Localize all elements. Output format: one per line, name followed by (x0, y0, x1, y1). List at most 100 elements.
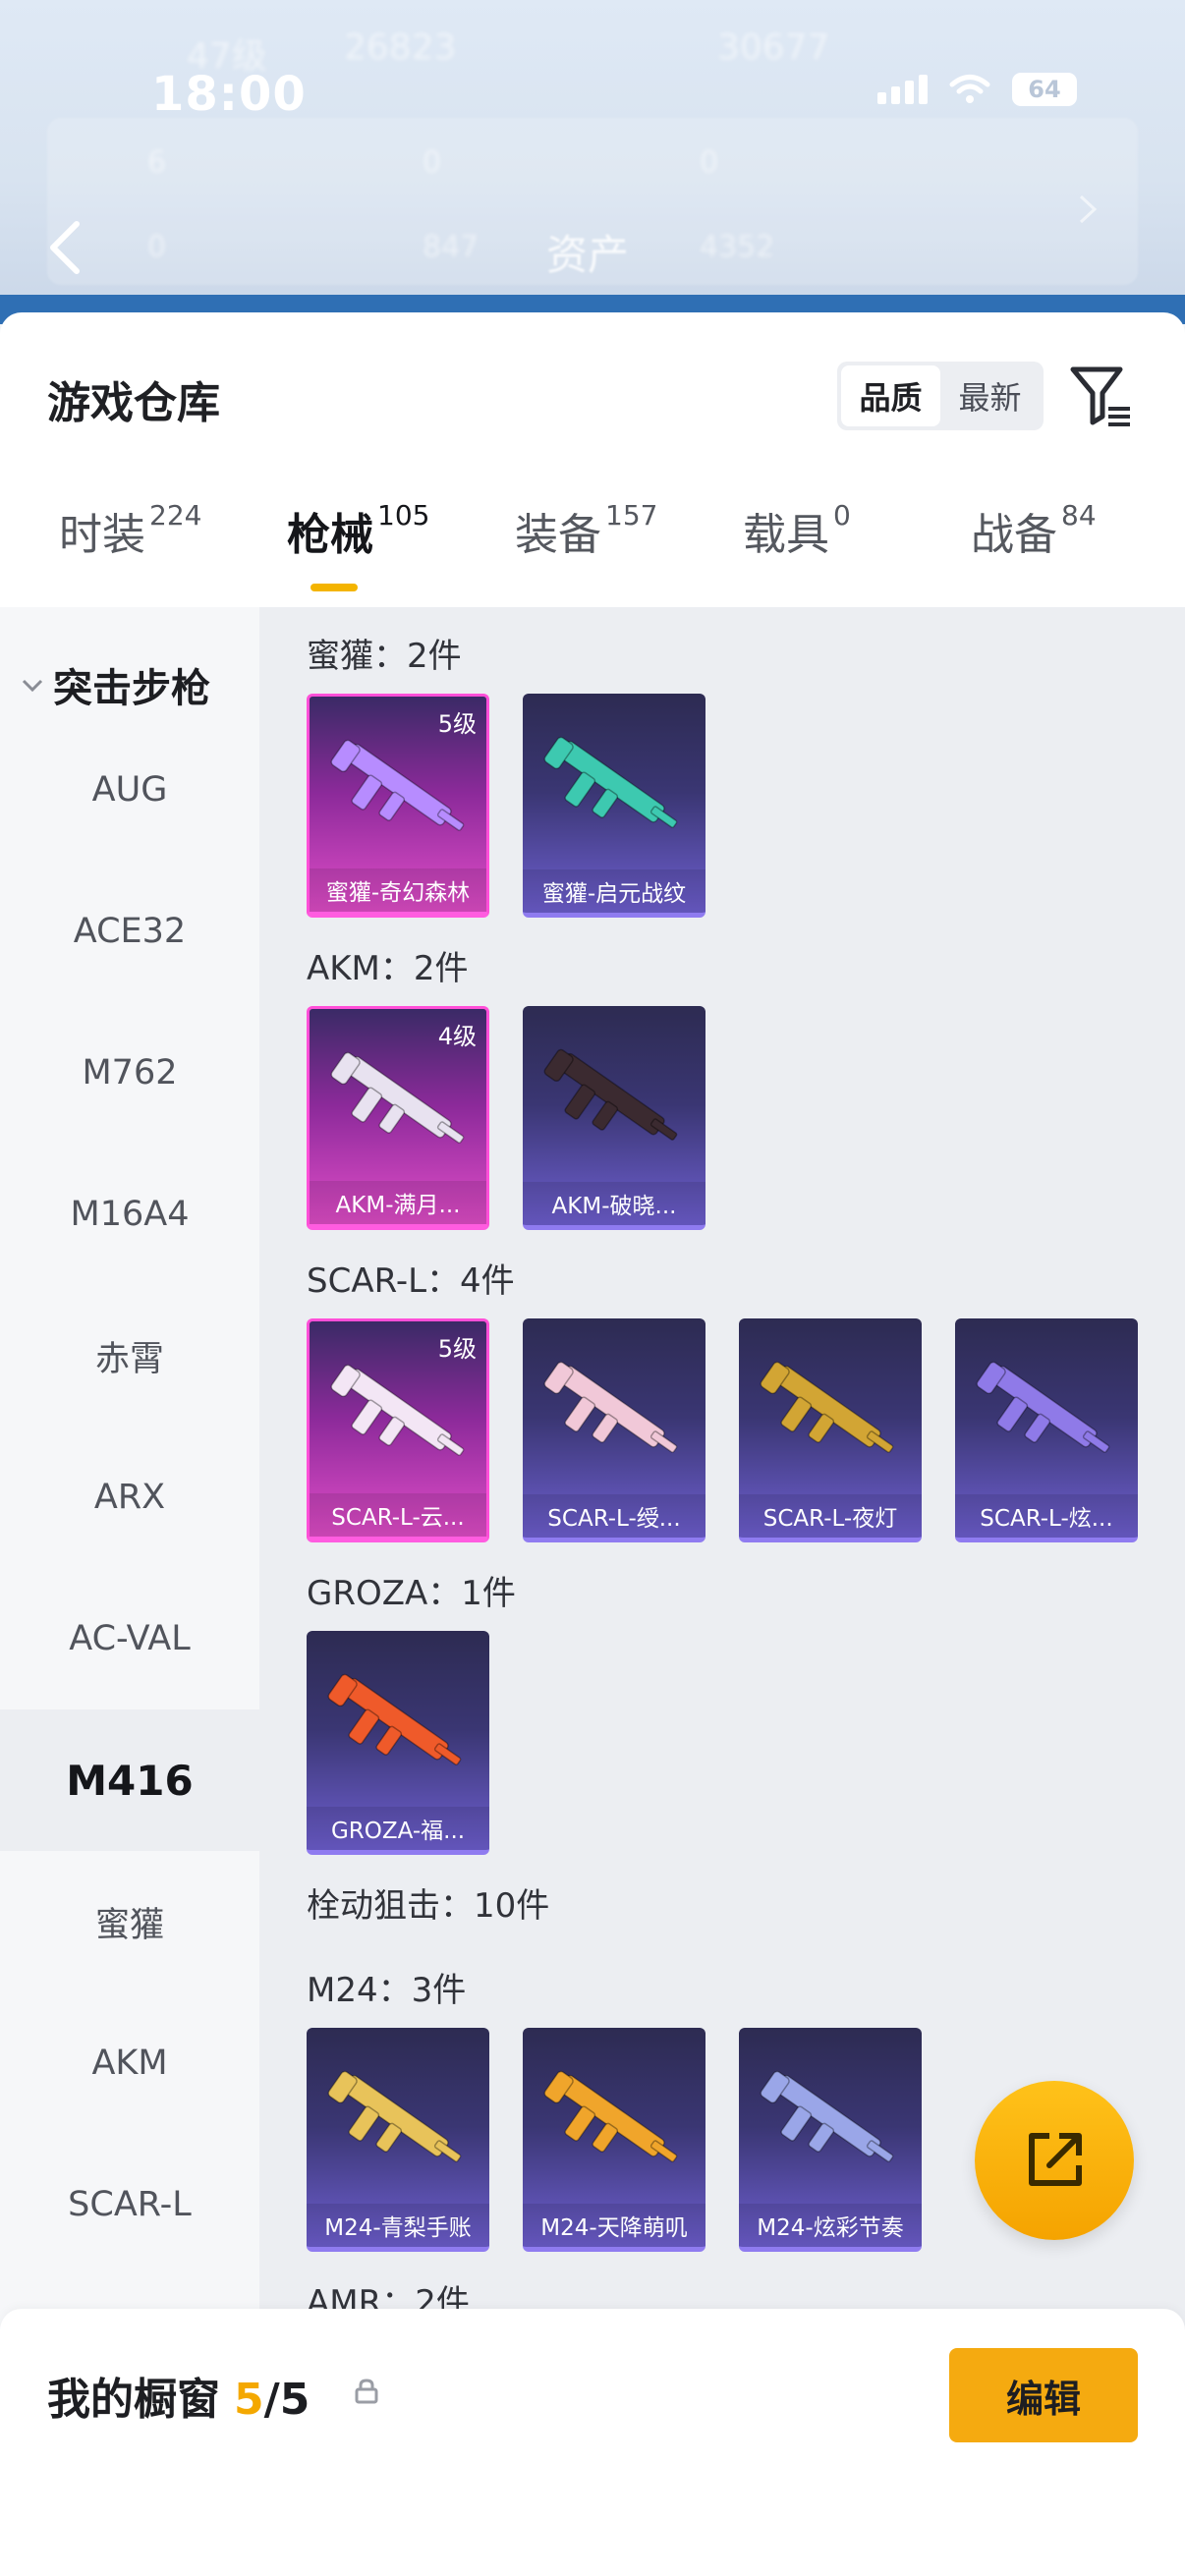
weapon-card[interactable]: M24-天降萌叽 (523, 2028, 705, 2252)
section-title: SCAR-L：4件 (307, 1261, 515, 1301)
weapon-name: M24-青梨手账 (307, 2204, 489, 2247)
weapon-image (327, 2070, 462, 2162)
tab-count: 224 (149, 499, 202, 532)
section-title: GROZA：1件 (307, 1574, 516, 1613)
sidebar-category-label: 突击步枪 (53, 666, 210, 711)
weapon-grid: 蜜獾：2件 5级 蜜獾-奇幻森林 蜜獾-启元战纹 AKM：2件 4级 AKM-满… (259, 607, 1185, 2576)
showcase-total-count: /5 (263, 2375, 310, 2425)
ghost-stat-3: 0 (700, 145, 719, 180)
sidebar-item-scar-l[interactable]: SCAR-L (0, 2134, 259, 2275)
weapon-image (330, 739, 465, 831)
sidebar-item-honey-badger[interactable]: 蜜獾 (0, 1851, 259, 1992)
weapon-image (760, 1361, 894, 1453)
wifi-icon (949, 75, 990, 103)
sort-quality-button[interactable]: 品质 (841, 365, 940, 426)
signal-icon (877, 75, 928, 104)
sidebar-category-header[interactable]: 突击步枪 (20, 656, 210, 713)
weapon-image (543, 1048, 678, 1141)
weapon-name: M24-炫彩节奏 (739, 2204, 922, 2247)
battery-icon: 64 (1012, 73, 1077, 106)
weapon-card[interactable]: SCAR-L-夜灯 (739, 1318, 922, 1542)
weapon-name: AKM-满月... (310, 1181, 486, 1224)
weapon-card[interactable]: AKM-破晓... (523, 1006, 705, 1230)
edit-button[interactable]: 编辑 (949, 2348, 1138, 2442)
weapon-card[interactable]: GROZA-福... (307, 1631, 489, 1855)
ghost-points: 30677 (717, 28, 830, 68)
weapon-name: 蜜獾-启元战纹 (523, 869, 705, 913)
section-title: AKM：2件 (307, 949, 469, 988)
category-tabs: 时装 224 枪械 105 装备 157 载具 0 战备 84 (0, 499, 1185, 607)
sidebar-item-m416[interactable]: M416 (0, 1709, 259, 1851)
showcase-current-count: 5 (234, 2375, 264, 2425)
chevron-right-icon (1079, 195, 1098, 224)
chevron-down-icon (22, 679, 43, 693)
section-title: 蜜獾：2件 (307, 637, 462, 676)
tab-equipment[interactable]: 装备 157 (515, 499, 657, 562)
sidebar-item-akm[interactable]: AKM (0, 1992, 259, 2134)
weapon-name: SCAR-L-炫... (955, 1494, 1138, 1538)
share-icon (1029, 2133, 1082, 2186)
weapon-image (543, 1361, 678, 1453)
tab-label: 战备 (971, 510, 1057, 560)
status-icons: 64 (877, 73, 1077, 106)
sidebar-item-arx[interactable]: ARX (0, 1427, 259, 1568)
weapon-card[interactable]: SCAR-L-炫... (955, 1318, 1138, 1542)
weapon-card[interactable]: M24-青梨手账 (307, 2028, 489, 2252)
ghost-stat-5: 847 (423, 230, 480, 264)
weapon-image (543, 736, 678, 828)
weapon-card[interactable]: 5级 SCAR-L-云... (307, 1318, 489, 1542)
tab-count: 0 (833, 499, 851, 532)
sidebar-item-m16a4[interactable]: M16A4 (0, 1144, 259, 1285)
showcase-title: 我的橱窗 5 /5 (47, 2364, 310, 2427)
weapon-card[interactable]: 蜜獾-启元战纹 (523, 694, 705, 918)
tab-count: 84 (1061, 499, 1097, 532)
tab-firearms[interactable]: 枪械 105 (287, 499, 429, 562)
weapon-name: 蜜獾-奇幻森林 (310, 868, 486, 912)
tab-label: 枪械 (287, 510, 373, 560)
ghost-stat-1: 6 (147, 145, 167, 180)
share-button[interactable] (975, 2081, 1134, 2240)
category-title: 栓动狙击：10件 (307, 1886, 550, 1926)
sidebar-item-ace32[interactable]: ACE32 (0, 861, 259, 1002)
weapon-name: M24-天降萌叽 (523, 2204, 705, 2247)
weapon-card[interactable]: M24-炫彩节奏 (739, 2028, 922, 2252)
showcase-label: 我的橱窗 (47, 2375, 220, 2425)
tab-label: 时装 (59, 510, 145, 560)
status-time: 18:00 (151, 67, 307, 122)
weapon-name: GROZA-福... (307, 1807, 489, 1850)
weapon-image (543, 2070, 678, 2162)
showcase-bar: 我的橱窗 5 /5 编辑 (0, 2309, 1185, 2576)
weapon-image (760, 2070, 894, 2162)
filter-icon[interactable] (1069, 362, 1134, 430)
weapon-image (976, 1361, 1110, 1453)
weapon-name: SCAR-L-夜灯 (739, 1494, 922, 1538)
sidebar-item-ac-val[interactable]: AC-VAL (0, 1568, 259, 1709)
tab-count: 157 (605, 499, 658, 532)
section-title: M24：3件 (307, 1971, 467, 2010)
ghost-stat-4: 0 (147, 230, 167, 264)
weapon-sidebar: 突击步枪 AUG ACE32 M762 M16A4 赤霄 ARX AC-VAL … (0, 607, 259, 2576)
weapon-image (327, 1673, 462, 1765)
tab-vehicles[interactable]: 载具 0 (743, 499, 851, 562)
weapon-card[interactable]: 5级 蜜獾-奇幻森林 (307, 694, 489, 918)
sort-latest-button[interactable]: 最新 (940, 365, 1040, 426)
sidebar-item-chixiao[interactable]: 赤霄 (0, 1285, 259, 1427)
weapon-name: AKM-破晓... (523, 1182, 705, 1225)
weapon-image (330, 1364, 465, 1456)
sidebar-item-m762[interactable]: M762 (0, 1002, 259, 1144)
weapon-card[interactable]: 4级 AKM-满月... (307, 1006, 489, 1230)
tab-gear[interactable]: 战备 84 (971, 499, 1097, 562)
active-tab-indicator (310, 584, 358, 591)
sort-toggle: 品质 最新 (837, 362, 1044, 430)
weapon-image (330, 1051, 465, 1144)
ghost-stat-6: 4352 (700, 230, 775, 264)
warehouse-title: 游戏仓库 (47, 378, 220, 428)
lock-icon (355, 2379, 378, 2404)
tab-fashion[interactable]: 时装 224 (59, 499, 201, 562)
back-arrow-icon[interactable] (43, 218, 86, 277)
tab-label: 载具 (743, 510, 829, 560)
weapon-card[interactable]: SCAR-L-绶... (523, 1318, 705, 1542)
ghost-stat-2: 0 (423, 145, 442, 180)
sidebar-item-aug[interactable]: AUG (0, 719, 259, 861)
tab-label: 装备 (515, 510, 601, 560)
